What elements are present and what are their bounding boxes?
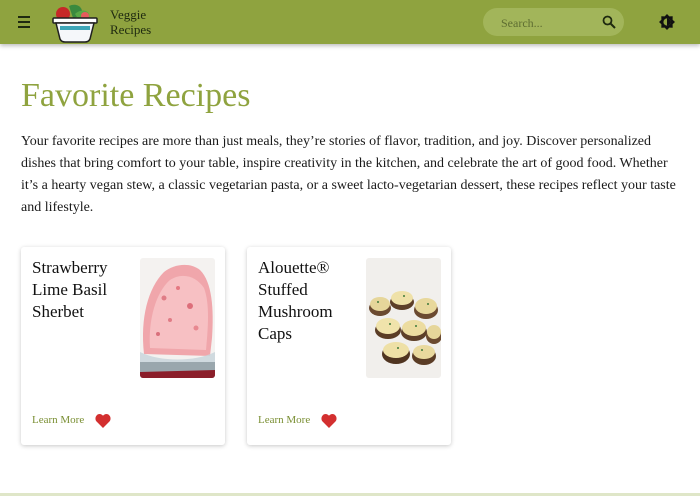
search-input[interactable] (499, 13, 599, 33)
salad-bowl-logo[interactable] (51, 2, 99, 44)
recipe-card: Strawberry Lime Basil Sherbet Learn More (21, 247, 225, 445)
brightness-icon[interactable] (659, 14, 675, 30)
top-app-bar: Veggie Recipes (0, 0, 700, 44)
brand-line-2: Recipes (110, 22, 152, 37)
search-icon[interactable] (602, 15, 616, 29)
brand-name[interactable]: Veggie Recipes (110, 7, 151, 37)
recipe-image-sherbet[interactable] (140, 258, 215, 378)
recipe-title: Strawberry Lime Basil Sherbet (32, 258, 108, 321)
menu-icon-line (18, 21, 30, 23)
recipe-title: Alouette® Stuffed Mushroom Caps (258, 258, 333, 343)
recipe-card: Alouette® Stuffed Mushroom Caps Learn Mo… (247, 247, 451, 445)
menu-button[interactable] (14, 13, 34, 31)
intro-paragraph: Your favorite recipes are more than just… (21, 134, 676, 215)
search-box (483, 8, 624, 36)
learn-more-link[interactable]: Learn More (258, 414, 310, 426)
recipe-image-mushroom-caps[interactable] (366, 258, 441, 378)
heart-icon[interactable] (95, 413, 111, 428)
brand-line-1: Veggie (110, 7, 147, 22)
heart-icon[interactable] (321, 413, 337, 428)
menu-icon-line (18, 16, 30, 18)
learn-more-link[interactable]: Learn More (32, 414, 84, 426)
page-title: Favorite Recipes (21, 77, 251, 114)
menu-icon-line (18, 26, 30, 28)
